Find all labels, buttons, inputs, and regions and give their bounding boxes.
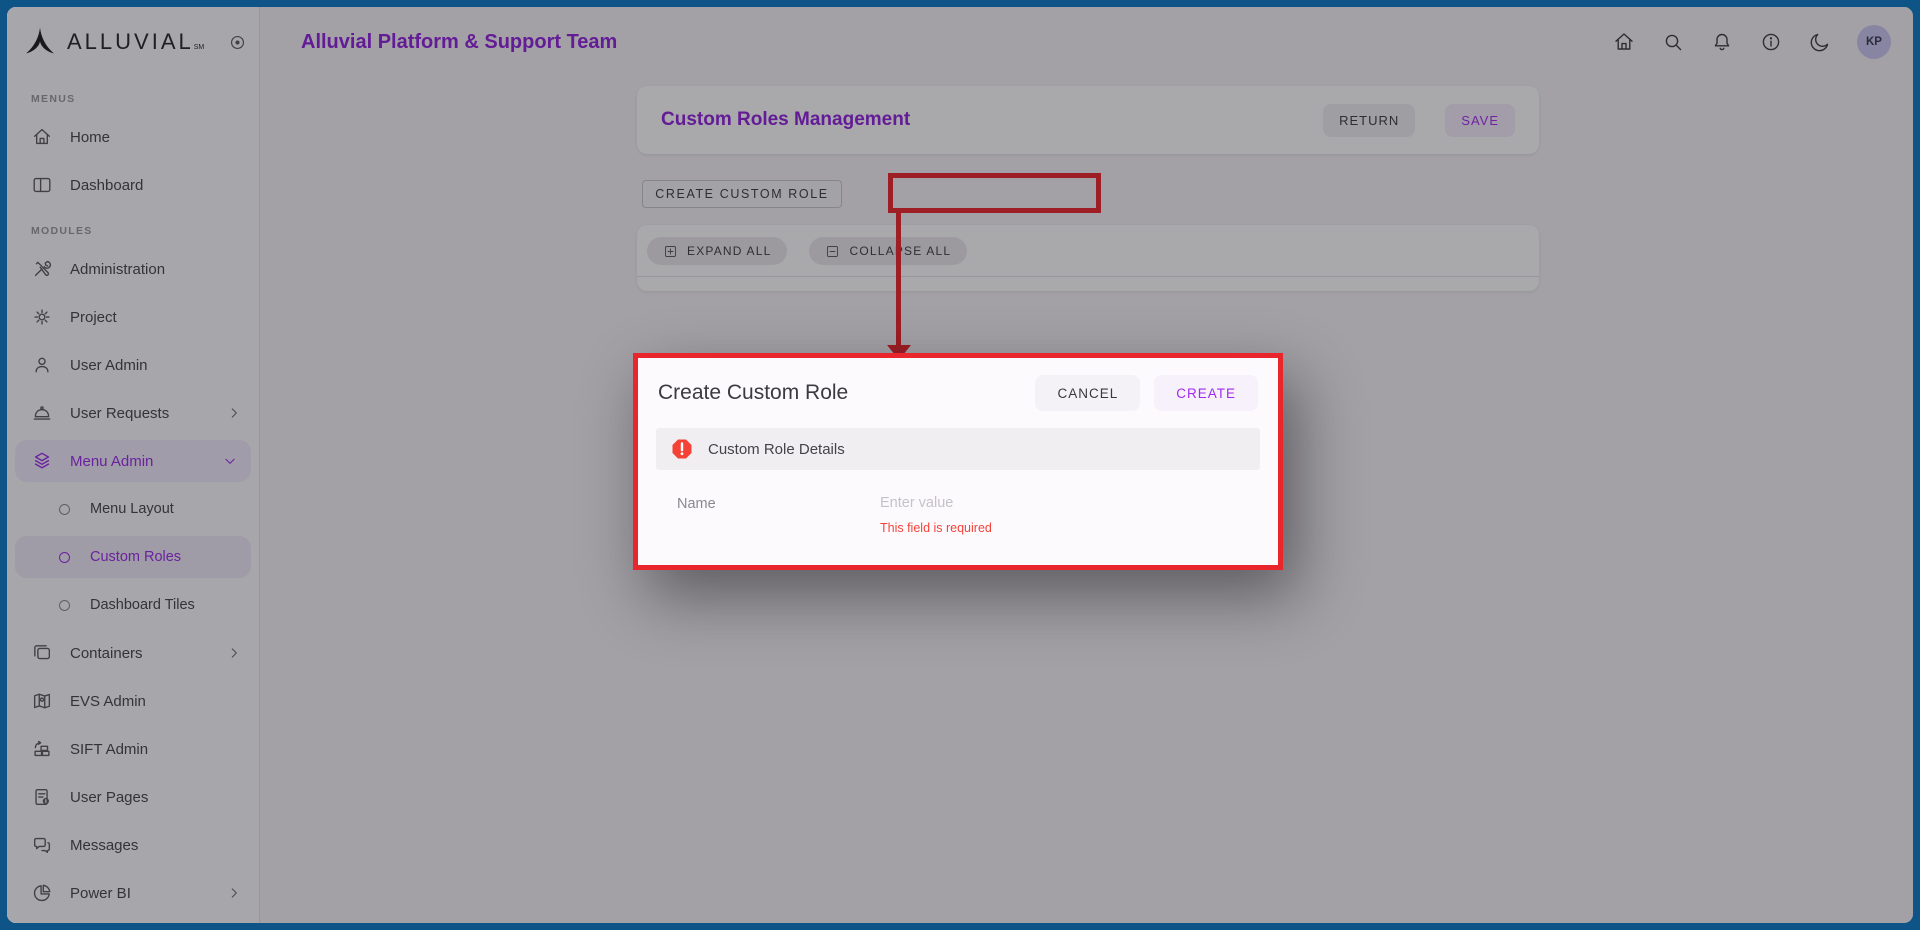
name-field-label: Name [677, 494, 880, 535]
create-button[interactable]: CREATE [1154, 375, 1258, 411]
error-octagon-icon [670, 437, 694, 461]
name-field-value: This field is required [880, 494, 1180, 535]
section-title: Custom Role Details [708, 441, 845, 458]
name-field-error: This field is required [880, 521, 1180, 535]
app-window: ALLUVIALSM MENUS Home Dashboard MODULES … [0, 0, 1920, 930]
name-input[interactable] [880, 495, 1180, 511]
dialog-title: Create Custom Role [658, 381, 1035, 405]
dialog-header: Create Custom Role CANCEL CREATE [638, 358, 1278, 411]
name-field-row: Name This field is required [638, 470, 1278, 535]
cancel-button[interactable]: CANCEL [1035, 375, 1140, 411]
custom-role-details-section: Custom Role Details [656, 428, 1260, 470]
annotation-box-modal: Create Custom Role CANCEL CREATE Custom … [633, 353, 1283, 570]
create-custom-role-dialog: Create Custom Role CANCEL CREATE Custom … [638, 358, 1278, 565]
